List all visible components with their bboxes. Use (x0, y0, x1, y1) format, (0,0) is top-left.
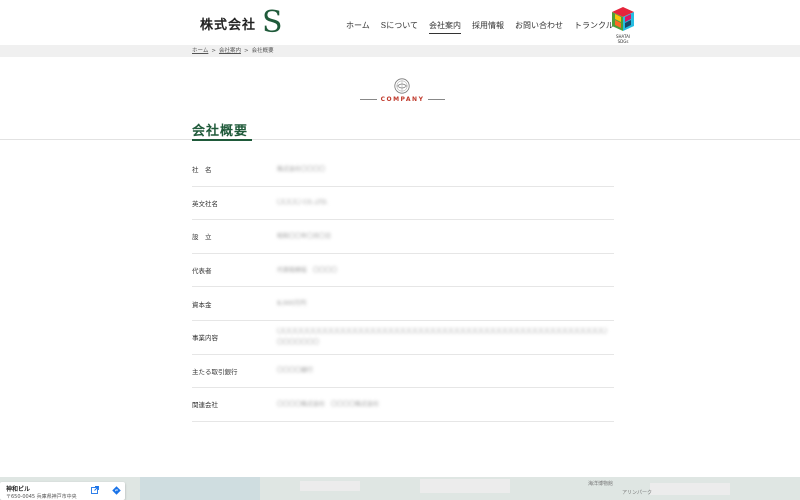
logo-company-name: 株式会社 (200, 17, 257, 33)
table-row: 資本金 8,000万円 (192, 287, 614, 321)
row-label: 主たる取引銀行 (192, 367, 238, 376)
breadcrumb-parent[interactable]: 会社案内 (219, 48, 241, 54)
nav-item-about[interactable]: Sについて (381, 20, 418, 34)
map-block (420, 479, 510, 493)
section-label-row: COMPANY (360, 96, 445, 103)
table-row: 社 名 株式会社〇〇〇〇 (192, 153, 614, 187)
map-label: 海洋博物館 (588, 481, 614, 487)
row-label: 関連会社 (192, 401, 218, 410)
row-value: 代表取締役 〇〇〇〇 (277, 266, 338, 274)
directions-icon[interactable] (112, 486, 121, 495)
map-place-address: 〒650-0045 兵庫県神戸市中央 (6, 494, 77, 500)
table-row: 主たる取引銀行 〇〇〇〇銀行 (192, 355, 614, 389)
table-row: 関連会社 〇〇〇〇株式会社 〇〇〇〇株式会社 (192, 388, 614, 422)
title-divider (0, 139, 800, 140)
nav-item-company[interactable]: 会社案内 (429, 20, 462, 34)
divider (360, 99, 377, 100)
title-underline (192, 139, 252, 141)
breadcrumb-separator: > (211, 48, 216, 54)
nav-item-home[interactable]: ホーム (346, 20, 370, 34)
map-block (300, 481, 360, 491)
row-value: 〇〇〇〇 CO.,LTD. (277, 199, 329, 207)
row-label: 設 立 (192, 233, 212, 242)
page-title: 会社概要 (192, 124, 249, 139)
row-label: 社 名 (192, 166, 212, 175)
sdgs-label: SHATAI SDGs (615, 34, 631, 44)
table-row: 代表者 代表取締役 〇〇〇〇 (192, 254, 614, 288)
breadcrumb: ホーム > 会社案内 > 会社概要 (0, 45, 800, 57)
table-row: 英文社名 〇〇〇〇 CO.,LTD. (192, 187, 614, 221)
open-external-icon[interactable] (91, 486, 99, 494)
row-label: 英文社名 (192, 199, 218, 208)
breadcrumb-home[interactable]: ホーム (192, 48, 208, 54)
table-row: 事業内容 〇〇〇〇〇〇〇〇〇〇〇〇〇〇〇〇〇〇〇〇〇〇〇〇〇〇〇〇〇〇〇〇〇〇〇… (192, 321, 614, 355)
main-nav: ホーム Sについて 会社案内 採用情報 お問い合わせ トランクルーム (346, 20, 641, 34)
row-value: 〇〇〇〇〇〇〇〇〇〇〇〇〇〇〇〇〇〇〇〇〇〇〇〇〇〇〇〇〇〇〇〇〇〇〇〇〇〇〇〇… (277, 328, 608, 347)
row-label: 資本金 (192, 300, 212, 309)
section-label: COMPANY (380, 96, 425, 103)
row-value: 〇〇〇〇銀行 (277, 367, 314, 375)
nav-item-recruit[interactable]: 採用情報 (472, 20, 504, 34)
site-logo[interactable]: 株式会社 S (200, 8, 283, 38)
row-value: 株式会社〇〇〇〇 (277, 165, 326, 173)
map-place-card: 神和ビル 〒650-0045 兵庫県神戸市中央 (0, 482, 125, 500)
row-label: 代表者 (192, 267, 212, 276)
row-label: 事業内容 (192, 334, 218, 343)
breadcrumb-separator: > (243, 48, 249, 54)
sdgs-cube-icon (612, 7, 634, 31)
map-place-name: 神和ビル (6, 486, 31, 493)
row-value: 8,000万円 (277, 300, 307, 308)
map-label: アリンパーク (622, 490, 653, 496)
map-water-area (140, 477, 260, 500)
globe-emblem-icon (394, 78, 410, 94)
company-info-table: 社 名 株式会社〇〇〇〇 英文社名 〇〇〇〇 CO.,LTD. 設 立 昭和〇〇… (192, 153, 614, 422)
sdgs-badge[interactable]: SHATAI SDGs (610, 5, 636, 44)
nav-item-contact[interactable]: お問い合わせ (515, 20, 563, 34)
table-row: 設 立 昭和〇〇年〇月〇日 (192, 220, 614, 254)
logo-mark: S (262, 5, 283, 40)
row-value: 昭和〇〇年〇月〇日 (277, 232, 332, 240)
row-value: 〇〇〇〇株式会社 〇〇〇〇株式会社 (277, 400, 380, 408)
site-header: 株式会社 S ホーム Sについて 会社案内 採用情報 お問い合わせ トランクルー… (0, 0, 800, 45)
divider (428, 99, 445, 100)
breadcrumb-current: 会社概要 (251, 48, 274, 54)
map-block (650, 483, 730, 495)
